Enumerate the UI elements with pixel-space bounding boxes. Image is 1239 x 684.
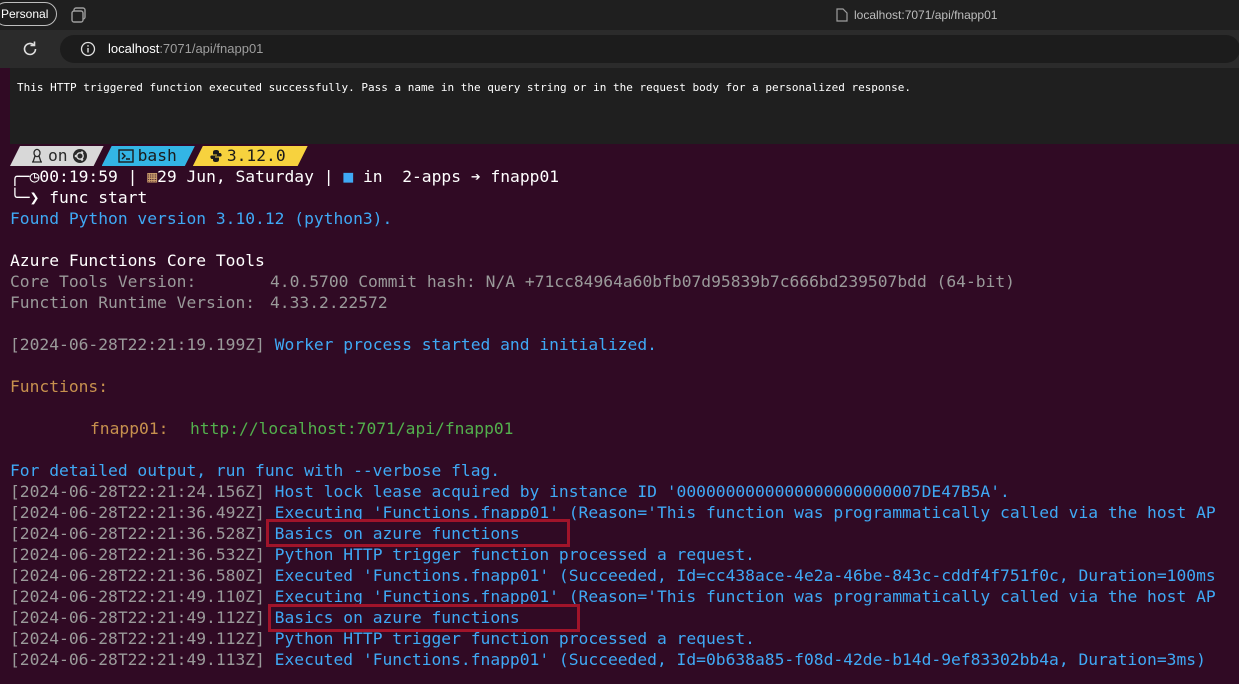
- worker-line: [2024-06-28T22:21:19.199Z] Worker proces…: [10, 334, 657, 355]
- log-timestamp: [2024-06-28T22:21:36.528Z]: [10, 524, 265, 543]
- core-tools-label: Core Tools Version:: [10, 272, 197, 291]
- reload-icon[interactable]: [20, 39, 40, 59]
- runtime-value: 4.33.2.22572: [270, 293, 388, 312]
- log-timestamp: [2024-06-28T22:21:49.112Z]: [10, 629, 265, 648]
- page-icon: [836, 8, 848, 22]
- highlight-box: [266, 519, 570, 547]
- command-line: ╰─❯ func start: [10, 188, 148, 207]
- python-icon: [209, 149, 223, 163]
- page-content: This HTTP triggered function executed su…: [10, 68, 1239, 144]
- workspaces-icon[interactable]: [70, 6, 88, 24]
- browser-tab-bar: Personal localhost:7071/api/fnapp01: [0, 0, 1239, 30]
- log-message: Python HTTP trigger function processed a…: [274, 545, 755, 564]
- runtime-version-line: Function Runtime Version: 4.33.2.22572: [10, 292, 388, 313]
- profile-button[interactable]: Personal: [0, 2, 58, 26]
- function-name: fnapp01:: [90, 419, 169, 438]
- arrow-right-icon: ➔: [461, 167, 491, 186]
- terminal-icon: [118, 149, 134, 163]
- log-message: Worker process started and initialized.: [274, 335, 657, 354]
- log-message: Executed 'Functions.fnapp01' (Succeeded,…: [274, 566, 1216, 585]
- log-timestamp: [2024-06-28T22:21:19.199Z]: [10, 335, 265, 354]
- prompt-date: 29 Jun, Saturday: [157, 167, 314, 186]
- prompt-dir-parent: 2-apps: [402, 167, 462, 186]
- log-timestamp: [2024-06-28T22:21:49.113Z]: [10, 650, 265, 669]
- tab-title: localhost:7071/api/fnapp01: [854, 8, 998, 22]
- folder-icon: ■: [343, 167, 354, 186]
- prompt-time: 00:19:59: [39, 167, 118, 186]
- prompt-python-version: 3.12.0: [226, 146, 286, 165]
- log-timestamp: [2024-06-28T22:21:36.532Z]: [10, 545, 265, 564]
- log-line: [2024-06-28T22:21:36.492Z] Executing 'Fu…: [10, 502, 1216, 523]
- linux-icon: [30, 148, 44, 164]
- terminal[interactable]: on bash 3.12.0 ╭─◷00:19:59 | ▦29 Jun, Sa…: [0, 144, 1239, 684]
- address-host: localhost: [108, 41, 160, 56]
- log-message: Host lock lease acquired by instance ID …: [274, 482, 1010, 501]
- prompt-dir-current: fnapp01: [490, 167, 560, 186]
- prompt-os-label: on: [48, 146, 68, 165]
- log-timestamp: [2024-06-28T22:21:49.110Z]: [10, 587, 265, 606]
- address-text[interactable]: localhost:7071/api/fnapp01: [108, 40, 263, 58]
- log-timestamp: [2024-06-28T22:21:24.156Z]: [10, 482, 265, 501]
- prompt-shell-segment: bash: [102, 146, 195, 166]
- ubuntu-icon: [72, 148, 88, 164]
- log-timestamp: [2024-06-28T22:21:36.492Z]: [10, 503, 265, 522]
- log-line: [2024-06-28T22:21:36.580Z] Executed 'Fun…: [10, 565, 1216, 586]
- site-info-icon[interactable]: [80, 41, 96, 57]
- log-timestamp: [2024-06-28T22:21:36.580Z]: [10, 566, 265, 585]
- clock-icon: ◷: [29, 167, 40, 186]
- prompt-segments: on bash 3.12.0: [10, 146, 308, 166]
- core-tools-value: 4.0.5700 Commit hash: N/A +71cc84964a60b…: [270, 272, 1015, 291]
- found-python-line: Found Python version 3.10.12 (python3).: [10, 209, 393, 228]
- prompt-python-segment: 3.12.0: [193, 146, 308, 166]
- log-line: [2024-06-28T22:21:49.110Z] Executing 'Fu…: [10, 586, 1216, 607]
- highlight-box: [268, 604, 580, 632]
- prompt-shell-label: bash: [137, 146, 177, 165]
- calendar-icon: ▦: [147, 167, 158, 186]
- core-tools-version-line: Core Tools Version: 4.0.5700 Commit hash:…: [10, 271, 1015, 292]
- log-message: Executed 'Functions.fnapp01' (Succeeded,…: [274, 650, 1206, 669]
- log-line: [2024-06-28T22:21:24.156Z] Host lock lea…: [10, 481, 1010, 502]
- prompt-os-segment: on: [10, 146, 104, 166]
- log-line: [2024-06-28T22:21:49.113Z] Executed 'Fun…: [10, 649, 1206, 670]
- function-url[interactable]: http://localhost:7071/api/fnapp01: [190, 418, 513, 439]
- verbose-hint: For detailed output, run func with --ver…: [10, 461, 501, 480]
- command-text: func start: [49, 188, 148, 207]
- address-path: :7071/api/fnapp01: [159, 41, 264, 56]
- log-line: [2024-06-28T22:21:36.532Z] Python HTTP t…: [10, 544, 755, 565]
- prompt-in-label: in: [362, 167, 383, 186]
- log-timestamp: [2024-06-28T22:21:49.112Z]: [10, 608, 265, 627]
- response-message: This HTTP triggered function executed su…: [17, 81, 912, 94]
- runtime-label: Function Runtime Version:: [10, 293, 256, 312]
- functions-label: Functions:: [10, 377, 109, 396]
- prompt-info-line: ╭─◷00:19:59 | ▦29 Jun, Saturday | ■ in 2…: [10, 167, 560, 186]
- core-tools-title: Azure Functions Core Tools: [10, 251, 265, 270]
- active-tab[interactable]: localhost:7071/api/fnapp01: [836, 6, 997, 24]
